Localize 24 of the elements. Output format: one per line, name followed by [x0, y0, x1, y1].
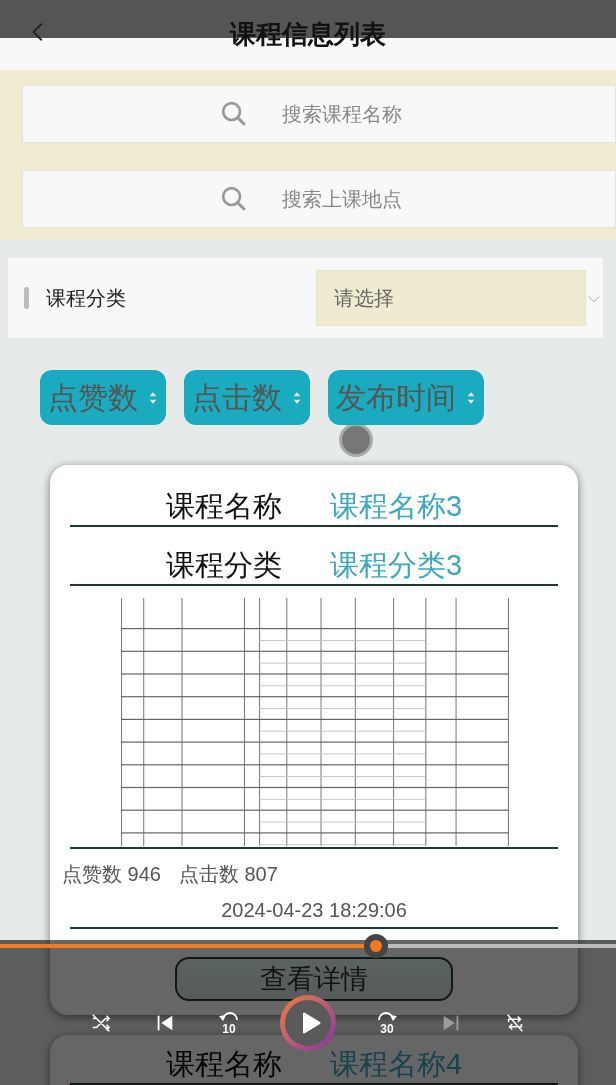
sort-button[interactable]: 点赞数	[40, 370, 166, 425]
field-label: 课程名称	[165, 489, 282, 524]
seconds-label: 10	[222, 1022, 236, 1035]
publish-date: 2024-04-23 18:29:06	[221, 899, 407, 921]
details-button[interactable]: 查看详情	[175, 957, 453, 1001]
rewind-button[interactable]: 10	[216, 1008, 242, 1038]
filter-label: 课程分类	[46, 286, 126, 311]
field-label: 课程分类	[165, 548, 282, 583]
click-count: 点击数 807	[178, 862, 278, 887]
sort-button[interactable]: 点击数	[184, 370, 310, 425]
seconds-label: 30	[380, 1022, 394, 1035]
sort-button[interactable]: 发布时间	[328, 370, 484, 425]
like-count: 点赞数 946	[62, 862, 161, 887]
field-value: 课程名称3	[329, 489, 463, 524]
field-value: 课程名称4	[329, 1047, 463, 1082]
forward-button[interactable]: 30	[374, 1008, 400, 1038]
field-value: 课程分类3	[329, 548, 463, 583]
search-field[interactable]: 搜索上课地点	[22, 170, 616, 228]
search-icon	[222, 187, 246, 211]
search-icon	[222, 102, 246, 126]
field-label: 课程名称	[165, 1047, 282, 1082]
accent-bar	[24, 287, 29, 309]
progress-slider[interactable]	[0, 934, 616, 958]
search-field[interactable]: 搜索课程名称	[22, 85, 616, 143]
